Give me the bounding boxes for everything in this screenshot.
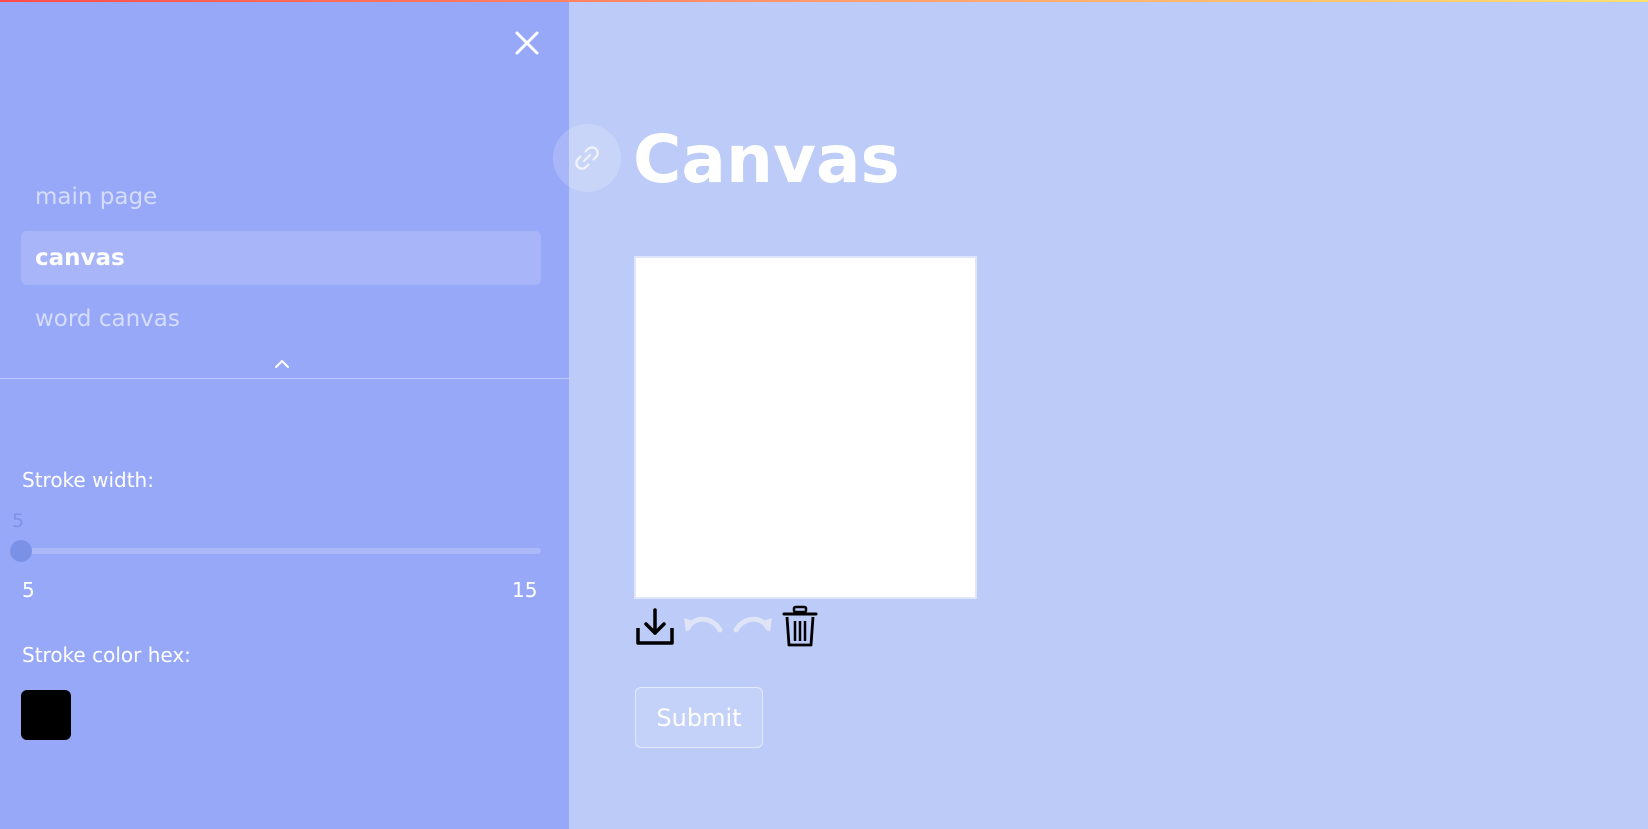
stroke-width-current-value: 5 <box>12 510 25 532</box>
download-button[interactable] <box>634 606 676 648</box>
drawing-canvas[interactable] <box>634 256 977 599</box>
undo-button[interactable] <box>682 606 726 648</box>
chevron-up-icon <box>275 360 289 368</box>
link-icon <box>575 146 599 170</box>
close-icon <box>515 31 539 55</box>
stroke-width-slider-track[interactable] <box>21 548 541 554</box>
undo-icon <box>684 616 723 633</box>
page-navigation: main page canvas word canvas <box>21 170 541 353</box>
sidebar-divider <box>0 378 569 379</box>
title-anchor-link[interactable] <box>553 124 621 192</box>
sidebar: main page canvas word canvas Stroke widt… <box>0 0 569 829</box>
redo-button[interactable] <box>730 606 774 648</box>
clear-canvas-button[interactable] <box>780 605 820 648</box>
stroke-width-min: 5 <box>22 578 35 602</box>
stroke-width-max: 15 <box>512 578 538 602</box>
close-sidebar-button[interactable] <box>512 28 542 58</box>
nav-item-label: word canvas <box>35 306 180 332</box>
nav-item-word-canvas[interactable]: word canvas <box>21 292 541 346</box>
nav-item-canvas[interactable]: canvas <box>21 231 541 285</box>
nav-item-label: canvas <box>35 245 125 271</box>
trash-icon <box>782 605 818 647</box>
stroke-width-slider-thumb[interactable] <box>10 540 32 562</box>
stroke-color-label: Stroke color hex: <box>22 643 191 667</box>
page-title: Canvas <box>633 121 900 198</box>
collapse-nav-button[interactable] <box>272 356 292 370</box>
stroke-width-label: Stroke width: <box>22 468 154 492</box>
top-decoration-bar <box>0 0 1648 2</box>
submit-button[interactable]: Submit <box>635 687 763 748</box>
nav-item-main-page[interactable]: main page <box>21 170 541 224</box>
download-icon <box>636 608 674 645</box>
redo-icon <box>733 616 772 633</box>
stroke-color-picker[interactable] <box>21 690 71 740</box>
nav-item-label: main page <box>35 184 158 210</box>
